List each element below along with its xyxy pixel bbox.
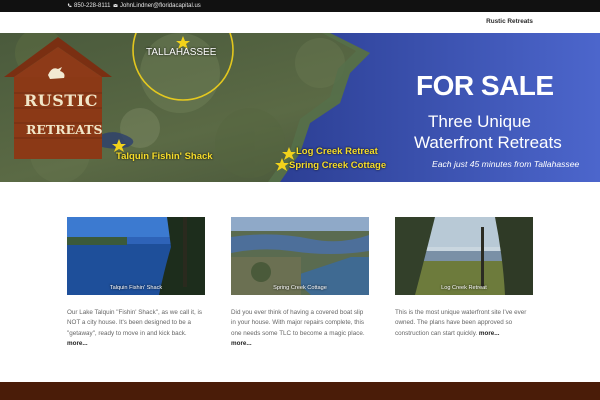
email-address[interactable]: JohnLindner@floridacapital.us — [120, 3, 201, 9]
property-card-talquin: Talquin Fishin' Shack Our Lake Talquin "… — [67, 217, 205, 350]
hero-banner: RUSTIC RETREATS TALLAHASSEE Talquin Fish… — [0, 33, 600, 182]
card-text-log-creek: This is the most unique waterfront site … — [395, 309, 527, 337]
map-label-tallahassee: TALLAHASSEE — [146, 47, 217, 58]
map-label-talquin: Talquin Fishin' Shack — [116, 151, 213, 162]
property-photo-talquin[interactable]: Talquin Fishin' Shack — [67, 217, 205, 295]
nav-item-rustic-retreats[interactable]: Rustic Retreats — [486, 18, 533, 25]
more-link-log-creek[interactable]: more... — [479, 330, 500, 337]
photo-caption-log-creek: Log Creek Retreat — [441, 285, 487, 291]
property-card-spring-creek: Spring Creek Cottage Did you ever think … — [231, 217, 369, 350]
hero-headline: FOR SALE — [416, 70, 554, 101]
map-label-spring-creek: Spring Creek Cottage — [289, 160, 387, 171]
photo-caption-spring-creek: Spring Creek Cottage — [273, 285, 327, 291]
map-label-log-creek: Log Creek Retreat — [296, 146, 378, 157]
property-card-log-creek: Log Creek Retreat This is the most uniqu… — [395, 217, 533, 339]
card-text-spring-creek: Did you ever think of having a covered b… — [231, 309, 365, 337]
hero-subhead-line-2: Waterfront Retreats — [414, 133, 562, 152]
email-contact[interactable]: JohnLindner@floridacapital.us — [113, 3, 201, 9]
more-link-talquin[interactable]: more... — [67, 340, 88, 347]
phone-icon — [67, 3, 72, 8]
property-photo-spring-creek[interactable]: Spring Creek Cottage — [231, 217, 369, 295]
card-description: Our Lake Talquin "Fishin' Shack", as we … — [67, 308, 205, 350]
hero-subhead-line-1: Three Unique — [428, 112, 532, 131]
hero-tagline: Each just 45 minutes from Tallahassee — [432, 159, 580, 169]
envelope-icon — [113, 3, 118, 7]
logo-line-2: RETREATS — [26, 122, 103, 137]
site-header: Rustic Retreats — [0, 12, 600, 33]
phone-number[interactable]: 850-228-8111 — [74, 3, 110, 9]
card-description: This is the most unique waterfront site … — [395, 308, 533, 339]
phone-contact[interactable]: 850-228-8111 — [67, 3, 110, 9]
card-text-talquin: Our Lake Talquin "Fishin' Shack", as we … — [67, 309, 203, 337]
logo-line-1: RUSTIC — [24, 91, 98, 110]
photo-caption-talquin: Talquin Fishin' Shack — [109, 285, 163, 291]
card-description: Did you ever think of having a covered b… — [231, 308, 369, 350]
footer-band — [0, 382, 600, 400]
property-photo-log-creek[interactable]: Log Creek Retreat — [395, 217, 533, 295]
more-link-spring-creek[interactable]: more... — [231, 340, 252, 347]
top-bar: 850-228-8111 JohnLindner@floridacapital.… — [0, 0, 600, 12]
